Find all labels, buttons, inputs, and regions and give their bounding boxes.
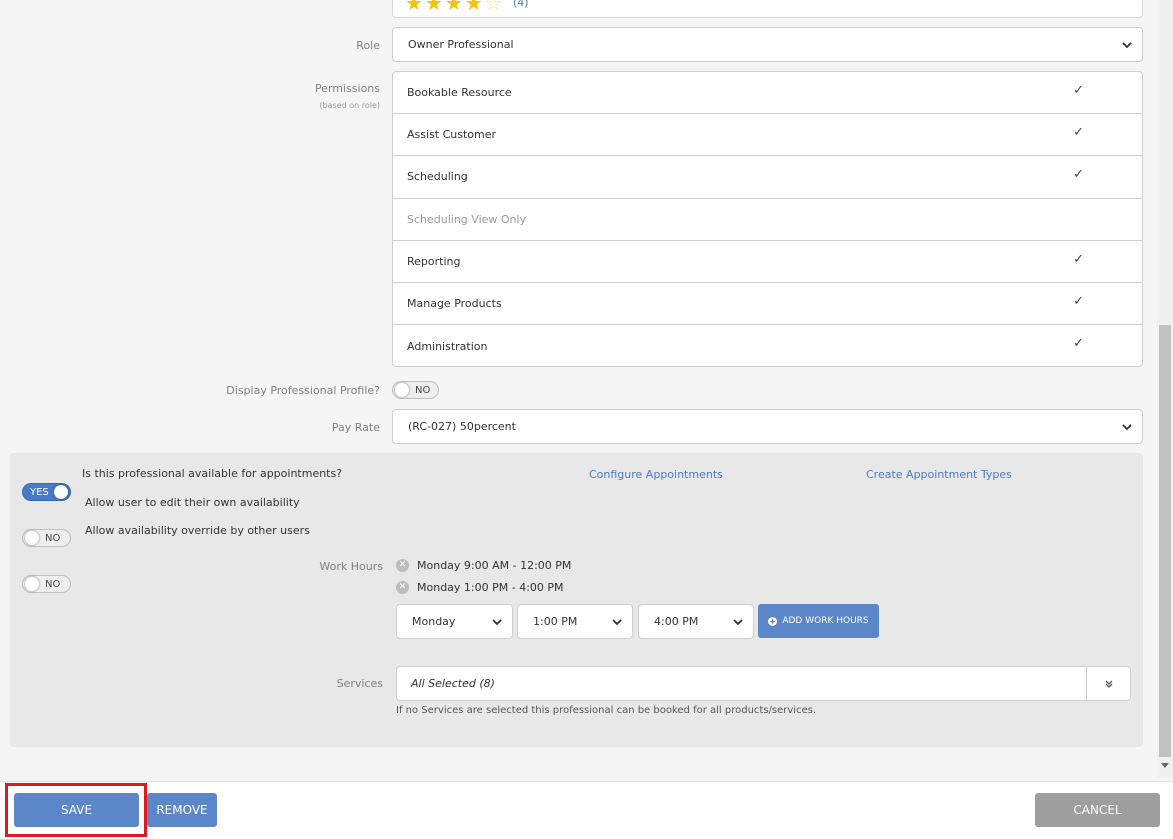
services-label: Services [336, 677, 383, 690]
services-hint: If no Services are selected this profess… [396, 705, 817, 716]
toggle-knob [25, 531, 39, 545]
chevron-down-icon [612, 618, 622, 625]
chevron-down-icon [492, 618, 502, 625]
filled-stars-icon: ★★★★ [405, 0, 485, 15]
role-label: Role [356, 39, 380, 52]
star-rating: ★★★★☆ (4) [405, 0, 529, 13]
services-select[interactable]: All Selected (8) [396, 666, 1131, 701]
create-appointment-types-link[interactable]: Create Appointment Types [866, 468, 1012, 481]
remove-button[interactable]: REMOVE [147, 793, 217, 827]
check-icon: ✓ [1073, 293, 1084, 309]
permission-row: Scheduling View Only [393, 199, 1142, 241]
check-icon: ✓ [1073, 251, 1084, 267]
cancel-button[interactable]: CANCEL [1035, 793, 1160, 827]
permission-label: Manage Products [407, 297, 502, 311]
remove-work-hours-icon[interactable]: ✕ [396, 581, 409, 594]
scrollbar-thumb[interactable] [1159, 325, 1171, 757]
day-value: Monday [412, 615, 456, 628]
toggle-knob [25, 577, 39, 591]
override-availability-label: Allow availability override by other use… [85, 524, 310, 537]
chevron-down-icon [733, 618, 743, 625]
double-chevron-down-icon [1105, 680, 1112, 688]
services-value: All Selected (8) [411, 677, 495, 690]
chevron-down-icon [1122, 41, 1132, 48]
check-icon: ✓ [1073, 125, 1084, 141]
permission-row: Reporting ✓ [393, 241, 1142, 283]
display-profile-toggle[interactable]: NO [392, 381, 439, 399]
rating-card: ★★★★☆ (4) [392, 0, 1143, 18]
edit-own-availability-label: Allow user to edit their own availabilit… [85, 496, 300, 509]
add-work-hours-label: ADD WORK HOURS [782, 616, 869, 626]
permission-row: Scheduling ✓ [393, 156, 1142, 199]
permissions-list: Bookable Resource ✓ Assist Customer ✓ Sc… [392, 71, 1143, 367]
permission-row: Bookable Resource ✓ [393, 72, 1142, 115]
rating-count: (4) [513, 0, 529, 9]
override-availability-toggle[interactable]: NO [22, 575, 71, 593]
work-hours-label: Work Hours [319, 560, 383, 573]
display-profile-label: Display Professional Profile? [226, 384, 380, 397]
check-icon: ✓ [1073, 83, 1084, 98]
permission-label: Reporting [407, 254, 461, 268]
end-time-value: 4:00 PM [654, 615, 699, 628]
toggle-knob [395, 383, 409, 397]
work-hours-entry: Monday 1:00 PM - 4:00 PM [417, 581, 564, 594]
remove-work-hours-icon[interactable]: ✕ [396, 559, 409, 572]
pay-rate-label: Pay Rate [331, 421, 380, 434]
role-select[interactable]: Owner Professional [392, 27, 1143, 62]
permission-row: Manage Products ✓ [393, 283, 1142, 326]
chevron-down-icon [1122, 423, 1132, 430]
pay-rate-value: (RC-027) 50percent [408, 420, 516, 433]
permission-label: Administration [407, 339, 488, 353]
check-icon: ✓ [1073, 336, 1084, 352]
edit-own-availability-toggle[interactable]: NO [22, 529, 71, 547]
permission-row: Assist Customer ✓ [393, 114, 1142, 157]
permission-row: Administration ✓ [393, 325, 1142, 366]
toggle-text: NO [45, 578, 61, 590]
scroll-down-arrow-icon[interactable] [1161, 763, 1169, 769]
toggle-text: NO [45, 532, 61, 544]
plus-circle-icon [768, 616, 778, 626]
work-hours-entry: Monday 9:00 AM - 12:00 PM [417, 559, 572, 572]
role-value: Owner Professional [408, 38, 514, 51]
services-dropdown-toggle[interactable] [1086, 667, 1130, 700]
save-button[interactable]: SAVE [14, 793, 139, 827]
permissions-label: Permissions [314, 82, 380, 95]
start-time-value: 1:00 PM [533, 615, 578, 628]
available-toggle[interactable]: YES [22, 483, 71, 501]
end-time-select[interactable]: 4:00 PM [638, 604, 754, 639]
vertical-scrollbar[interactable] [1157, 0, 1173, 778]
pay-rate-select[interactable]: (RC-027) 50percent [392, 409, 1143, 444]
toggle-knob [54, 485, 68, 499]
configure-appointments-link[interactable]: Configure Appointments [589, 468, 723, 481]
empty-star-icon: ☆ [484, 0, 505, 15]
add-work-hours-button[interactable]: ADD WORK HOURS [758, 604, 879, 638]
start-time-select[interactable]: 1:00 PM [517, 604, 633, 639]
day-select[interactable]: Monday [396, 604, 513, 639]
permissions-sublabel: (based on role) [319, 101, 380, 110]
available-label: Is this professional available for appoi… [82, 467, 343, 480]
permission-label: Bookable Resource [407, 86, 512, 100]
permission-label: Scheduling View Only [407, 212, 527, 226]
permission-label: Assist Customer [407, 128, 497, 142]
toggle-text: NO [415, 384, 431, 396]
check-icon: ✓ [1073, 167, 1084, 183]
toggle-text: YES [30, 486, 49, 498]
permission-label: Scheduling [407, 170, 468, 184]
